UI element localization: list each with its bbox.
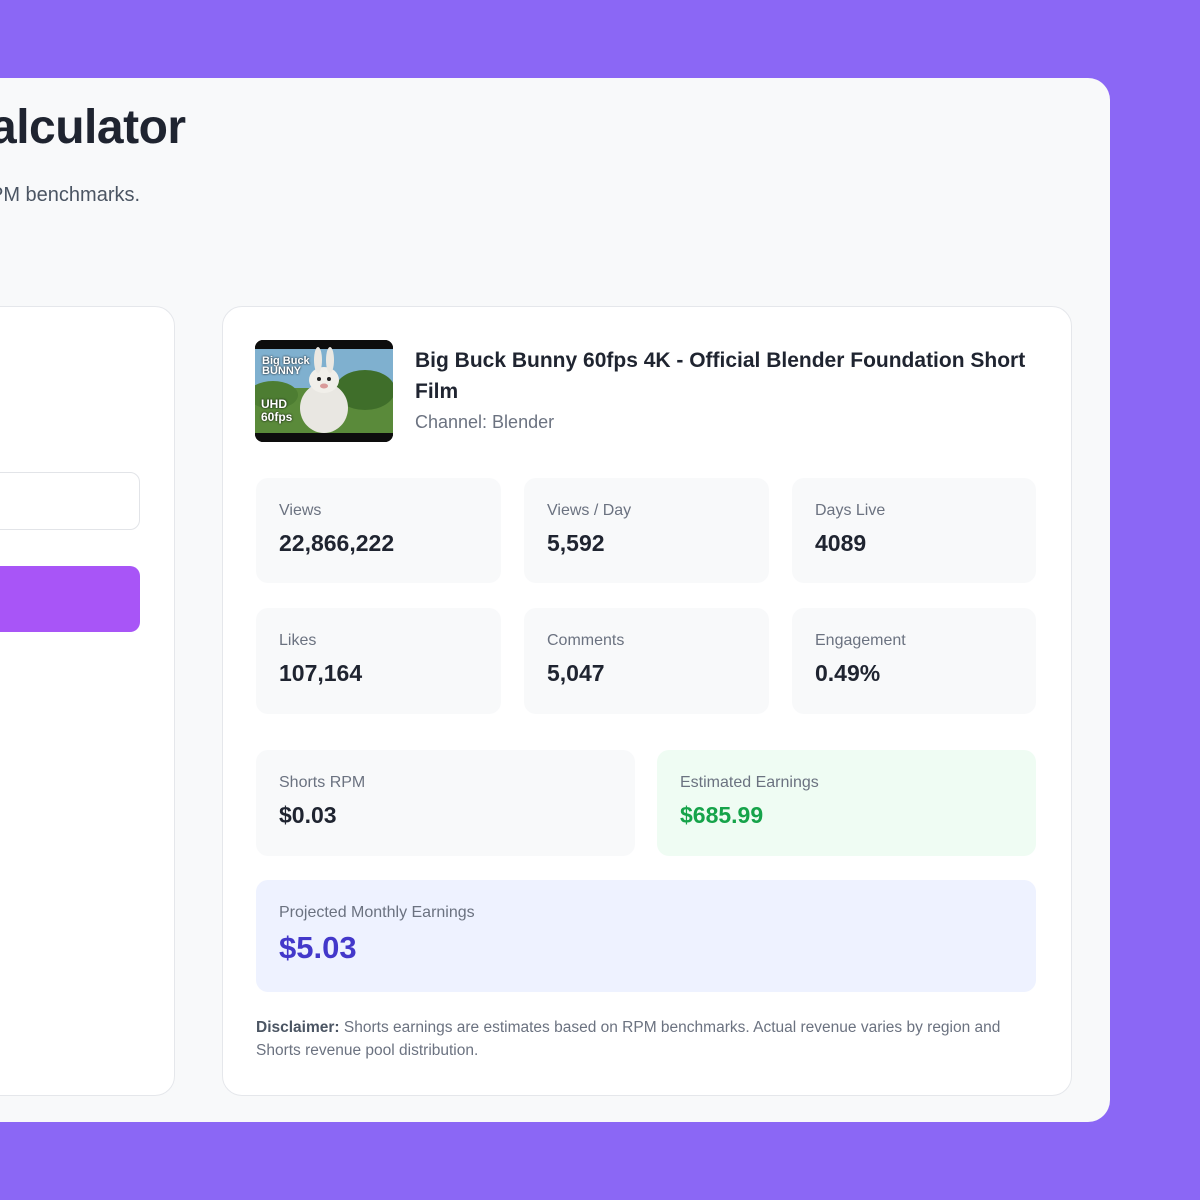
- stat-value: 0.49%: [815, 660, 881, 686]
- shorts-rpm-box: Shorts RPM $0.03: [256, 750, 635, 856]
- stat-label: Shorts RPM: [279, 774, 366, 791]
- thumbnail-badge: UHD 60fps: [261, 397, 293, 424]
- channel-name: Channel: Blender: [415, 412, 555, 432]
- stat-label: Engagement: [815, 632, 906, 649]
- video-thumbnail: Big Buck BUNNY UHD 60fps: [255, 340, 393, 442]
- disclaimer-text: Shorts earnings are estimates based on R…: [256, 1019, 1001, 1059]
- disclaimer: Disclaimer: Shorts earnings are estimate…: [256, 1016, 1036, 1062]
- stat-label: Comments: [547, 632, 625, 649]
- stat-views: Views 22,866,222: [256, 478, 501, 583]
- stat-value: 4089: [815, 530, 867, 556]
- page-subtitle: PM benchmarks.: [0, 184, 141, 206]
- stat-label: Days Live: [815, 502, 886, 519]
- thumbnail-brand-text: Big Buck BUNNY: [262, 355, 310, 377]
- video-title: Big Buck Bunny 60fps 4K - Official Blend…: [415, 349, 1026, 403]
- stat-likes: Likes 107,164: [256, 608, 501, 714]
- page-title: alculator: [0, 101, 186, 154]
- video-url-input[interactable]: [0, 472, 140, 530]
- stat-value: $5.03: [279, 930, 357, 965]
- stat-comments: Comments 5,047: [524, 608, 769, 714]
- stat-value: 5,592: [547, 530, 605, 556]
- stat-label: Views: [279, 502, 322, 519]
- calculate-button[interactable]: [0, 566, 140, 632]
- stat-value: $685.99: [680, 802, 764, 828]
- estimated-earnings-box: Estimated Earnings $685.99: [657, 750, 1036, 856]
- stat-value: 22,866,222: [279, 530, 395, 556]
- stat-days-live: Days Live 4089: [792, 478, 1036, 583]
- stat-engagement: Engagement 0.49%: [792, 608, 1036, 714]
- stat-label: Likes: [279, 632, 317, 649]
- stat-label: Views / Day: [547, 502, 632, 519]
- disclaimer-label: Disclaimer:: [256, 1019, 340, 1036]
- stat-label: Projected Monthly Earnings: [279, 904, 475, 921]
- stat-value: $0.03: [279, 802, 337, 828]
- projected-monthly-box: Projected Monthly Earnings $5.03: [256, 880, 1036, 992]
- stat-value: 5,047: [547, 660, 605, 686]
- stat-views-per-day: Views / Day 5,592: [524, 478, 769, 583]
- input-card: [0, 306, 175, 1096]
- stat-label: Estimated Earnings: [680, 774, 819, 791]
- stat-value: 107,164: [279, 660, 363, 686]
